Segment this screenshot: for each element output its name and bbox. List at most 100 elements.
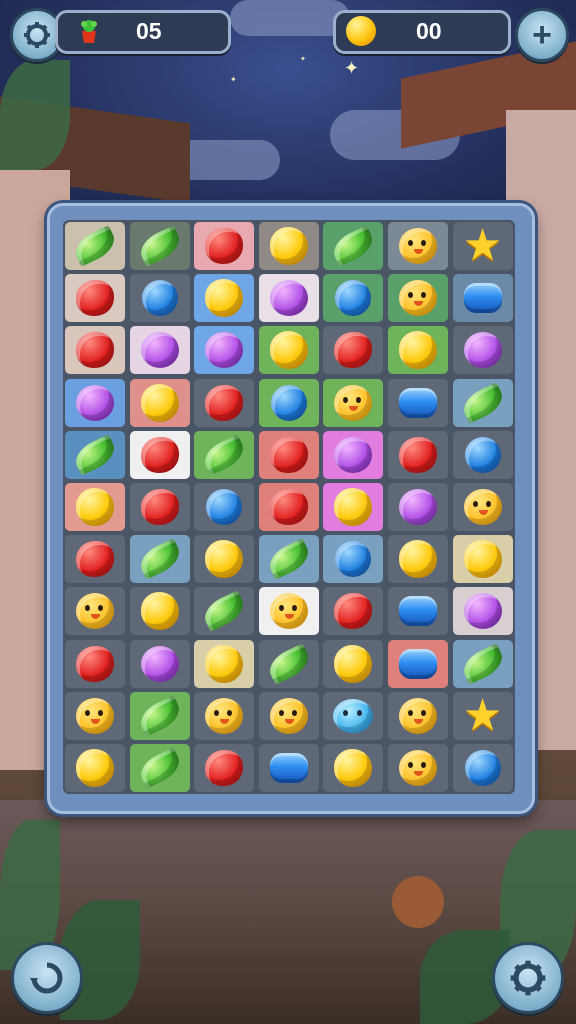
board-cell[interactable] — [452, 587, 513, 636]
board-cell[interactable] — [452, 535, 513, 584]
board-cell[interactable] — [452, 430, 513, 479]
yellow-candy-piece — [205, 540, 244, 579]
board-cell[interactable] — [129, 483, 190, 531]
board-cell[interactable] — [194, 639, 255, 688]
board-cell[interactable] — [388, 378, 448, 427]
board-cell[interactable] — [194, 587, 255, 636]
board-cell[interactable] — [258, 326, 319, 375]
board-cell[interactable] — [258, 430, 319, 479]
board-cell[interactable] — [323, 430, 384, 479]
green-candy-piece — [199, 434, 249, 476]
pillblue-candy-piece — [463, 283, 502, 314]
board-cell[interactable] — [258, 274, 319, 323]
board-cell[interactable] — [323, 639, 384, 688]
board-cell[interactable] — [388, 535, 448, 584]
board-cell[interactable] — [258, 639, 319, 688]
blue-candy-piece — [464, 750, 501, 786]
board-cell[interactable] — [129, 744, 190, 792]
add-coins-button[interactable]: + — [515, 8, 569, 62]
board-cell[interactable] — [65, 483, 125, 531]
board-cell[interactable]: ★ — [452, 222, 513, 270]
board-cell[interactable] — [323, 274, 384, 323]
board-cell[interactable] — [452, 483, 513, 531]
board-cell[interactable] — [258, 378, 319, 427]
board-cell[interactable] — [388, 430, 448, 479]
board-cell[interactable] — [258, 691, 319, 740]
green-candy-piece — [264, 538, 314, 580]
board-cell[interactable] — [194, 274, 255, 323]
pillblue-candy-piece — [399, 387, 437, 418]
board-cell[interactable] — [194, 378, 255, 427]
chick-candy-piece — [399, 228, 437, 264]
chick-candy-piece — [269, 593, 308, 630]
board-cell[interactable] — [194, 483, 255, 531]
board-cell[interactable] — [323, 535, 384, 584]
board-cell[interactable] — [65, 326, 125, 375]
yellow-candy-piece — [399, 331, 437, 370]
board-cell[interactable] — [258, 744, 319, 792]
star-candy-piece: ★ — [462, 690, 503, 740]
board-cell[interactable] — [129, 274, 190, 323]
board-cell[interactable] — [65, 430, 125, 479]
board-cell[interactable] — [65, 222, 125, 270]
board-cell[interactable] — [388, 274, 448, 323]
board-cell[interactable] — [258, 222, 319, 270]
yellow-candy-piece — [399, 540, 437, 579]
board-cell[interactable] — [452, 744, 513, 792]
board-cell[interactable] — [323, 483, 384, 531]
board-cell[interactable] — [258, 587, 319, 636]
board-cell[interactable] — [194, 744, 255, 792]
board-cell[interactable] — [388, 483, 448, 531]
board-cell[interactable] — [65, 535, 125, 584]
board-cell[interactable] — [129, 639, 190, 688]
board-cell[interactable] — [129, 326, 190, 375]
board-cell[interactable] — [323, 691, 384, 740]
board-cell[interactable] — [452, 378, 513, 427]
bluechick-candy-piece — [333, 698, 374, 733]
board-cell[interactable] — [388, 744, 448, 792]
board-cell[interactable] — [129, 691, 190, 740]
star-sparkle: ✦ — [300, 56, 306, 63]
board-cell[interactable] — [65, 274, 125, 323]
board-cell[interactable] — [452, 639, 513, 688]
board-cell[interactable] — [323, 587, 384, 636]
board-cell[interactable] — [323, 744, 384, 792]
board-cell[interactable] — [65, 744, 125, 792]
green-candy-piece — [70, 225, 120, 267]
board-cell[interactable] — [452, 326, 513, 375]
board-cell[interactable] — [129, 587, 190, 636]
board-cell[interactable] — [194, 691, 255, 740]
board-cell[interactable]: ★ — [452, 690, 513, 740]
board-cell[interactable] — [323, 326, 384, 375]
refresh-button[interactable] — [11, 942, 83, 1014]
board-cell[interactable] — [194, 430, 255, 479]
board-cell[interactable] — [129, 222, 190, 270]
board-cell[interactable] — [388, 691, 448, 740]
board-cell[interactable] — [258, 535, 319, 584]
board-cell[interactable] — [452, 274, 513, 323]
board-cell[interactable] — [194, 326, 255, 375]
purple-candy-piece — [140, 332, 179, 369]
board-cell[interactable] — [65, 639, 125, 688]
board-cell[interactable] — [129, 430, 190, 479]
bottom-settings-button[interactable] — [492, 942, 564, 1014]
yellow-candy-piece — [334, 644, 373, 683]
game-board: ★ ★ — [47, 203, 535, 814]
board-cell[interactable] — [323, 378, 384, 427]
board-cell[interactable] — [129, 535, 190, 584]
board-cell[interactable] — [65, 378, 125, 427]
board-cell[interactable] — [65, 691, 125, 740]
board-cell[interactable] — [194, 222, 255, 270]
board-cell[interactable] — [388, 326, 448, 375]
red-candy-piece — [269, 489, 308, 525]
board-cell[interactable] — [388, 587, 448, 636]
board-cell[interactable] — [194, 535, 255, 584]
board-cell[interactable] — [388, 222, 448, 270]
board-cell[interactable] — [388, 639, 448, 688]
board-cell[interactable] — [323, 222, 384, 270]
board-cell[interactable] — [129, 378, 190, 427]
refresh-icon — [14, 945, 80, 1011]
board-cell[interactable] — [65, 587, 125, 636]
board-cell[interactable] — [258, 483, 319, 531]
board-grid: ★ ★ — [63, 220, 515, 794]
